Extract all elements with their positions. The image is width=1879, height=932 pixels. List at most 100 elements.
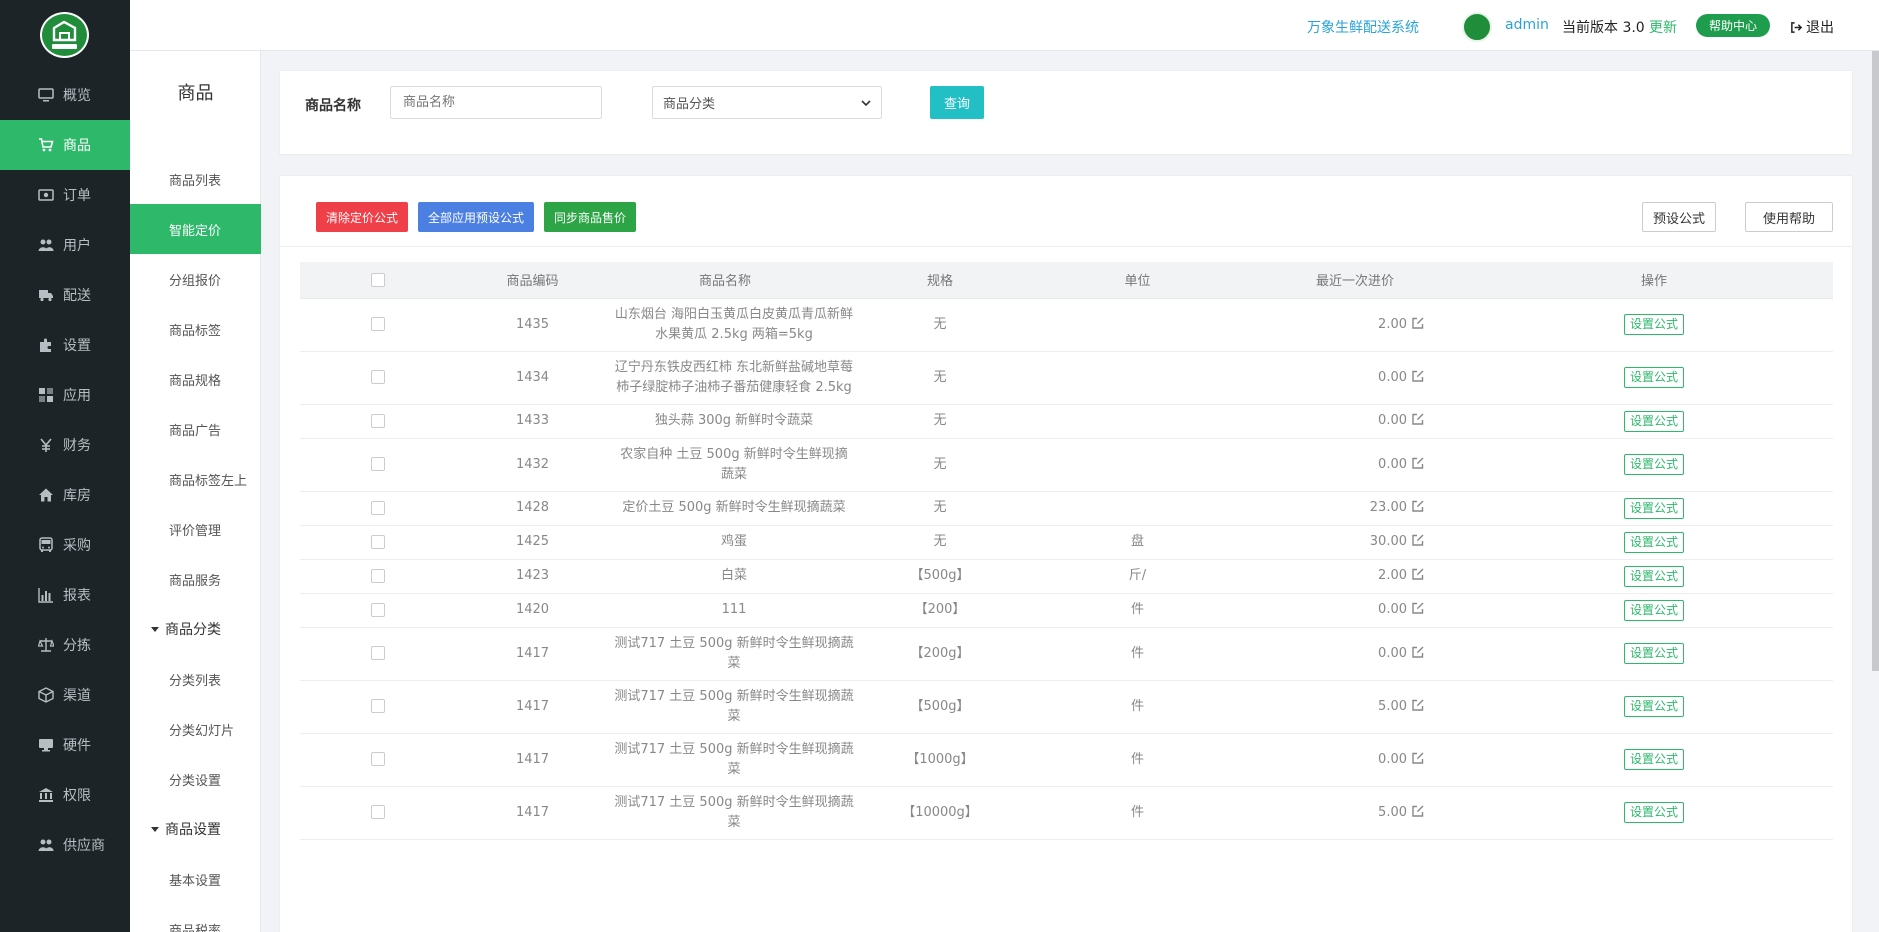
avatar[interactable] bbox=[1462, 12, 1492, 42]
table-row: 1417 测试717 土豆 500g 新鲜时令生鲜现摘蔬菜 【200g】件 0.00 设… bbox=[300, 627, 1833, 681]
sidebar-item-14[interactable]: 权限 bbox=[0, 770, 130, 820]
edit-icon[interactable] bbox=[1411, 533, 1425, 547]
action-cell: 设置公式 bbox=[1475, 404, 1833, 439]
money-icon bbox=[37, 186, 55, 204]
brand-logo[interactable] bbox=[40, 12, 89, 58]
edit-icon[interactable] bbox=[1411, 412, 1425, 426]
sync-price-button[interactable]: 同步商品售价 bbox=[544, 202, 636, 232]
row-checkbox[interactable] bbox=[370, 457, 385, 471]
preset-formula-button[interactable]: 预设公式 bbox=[1642, 202, 1716, 232]
main-nav: 概览 商品 订单 用户 配送设置应用 财务 库房 采购报表分拣 渠道 硬件 权限 供应商 bbox=[0, 70, 130, 870]
set-formula-button[interactable]: 设置公式 bbox=[1623, 599, 1684, 621]
subnav-item[interactable]: 商品列表 bbox=[130, 154, 261, 204]
sidebar-item-label: 报表 bbox=[63, 588, 91, 604]
row-checkbox[interactable] bbox=[370, 752, 385, 766]
unit-cell bbox=[1040, 298, 1235, 352]
set-formula-button[interactable]: 设置公式 bbox=[1623, 531, 1684, 553]
subnav-item[interactable]: 分类设置 bbox=[130, 754, 261, 804]
update-link[interactable]: 更新 bbox=[1649, 17, 1677, 37]
subnav-item-label: 商品列表 bbox=[169, 173, 222, 189]
set-formula-button[interactable]: 设置公式 bbox=[1623, 643, 1684, 664]
row-checkbox[interactable] bbox=[370, 534, 385, 549]
set-formula-button[interactable]: 设置公式 bbox=[1623, 696, 1684, 717]
subnav-item[interactable]: 商品规格 bbox=[130, 354, 261, 404]
subnav-item[interactable]: 商品标签左上 bbox=[130, 454, 261, 504]
edit-icon[interactable] bbox=[1411, 456, 1425, 470]
sidebar-item-9[interactable]: 采购 bbox=[0, 520, 130, 570]
sidebar-item-5[interactable]: 设置 bbox=[0, 320, 130, 370]
set-formula-button[interactable]: 设置公式 bbox=[1623, 565, 1684, 587]
sidebar-item-11[interactable]: 分拣 bbox=[0, 620, 130, 670]
sidebar-item-15[interactable]: 供应商 bbox=[0, 820, 130, 870]
query-button[interactable]: 查询 bbox=[930, 86, 984, 119]
subnav-item[interactable]: 基本设置 bbox=[130, 854, 261, 904]
edit-icon[interactable] bbox=[1411, 601, 1425, 615]
sidebar-item-7[interactable]: 财务 bbox=[0, 420, 130, 470]
set-formula-button[interactable]: 设置公式 bbox=[1623, 749, 1684, 770]
code-cell: 1417 bbox=[455, 627, 610, 681]
logout-button[interactable]: 退出 bbox=[1790, 17, 1834, 37]
system-name-link[interactable]: 万象生鲜配送系统 bbox=[1307, 17, 1419, 37]
subnav-item[interactable]: 分类列表 bbox=[130, 654, 261, 704]
edit-icon[interactable] bbox=[1411, 645, 1425, 659]
clear-formula-button[interactable]: 清除定价公式 bbox=[316, 202, 408, 232]
sidebar-item-4[interactable]: 配送 bbox=[0, 270, 130, 320]
edit-icon[interactable] bbox=[1411, 499, 1425, 513]
sidebar-item-1[interactable]: 商品 bbox=[0, 120, 130, 170]
edit-icon[interactable] bbox=[1411, 804, 1425, 818]
sidebar-item-10[interactable]: 报表 bbox=[0, 570, 130, 620]
row-checkbox[interactable] bbox=[370, 370, 385, 384]
category-select[interactable]: 商品分类 bbox=[652, 86, 882, 119]
edit-icon[interactable] bbox=[1411, 316, 1425, 330]
set-formula-button[interactable]: 设置公式 bbox=[1623, 314, 1684, 335]
row-checkbox[interactable] bbox=[370, 568, 385, 583]
sidebar-item-label: 设置 bbox=[63, 338, 91, 354]
edit-icon[interactable] bbox=[1411, 369, 1425, 383]
row-checkbox[interactable] bbox=[370, 317, 385, 331]
set-formula-button[interactable]: 设置公式 bbox=[1623, 410, 1684, 432]
apply-all-preset-button[interactable]: 全部应用预设公式 bbox=[418, 202, 534, 232]
edit-icon[interactable] bbox=[1411, 567, 1425, 581]
set-formula-button[interactable]: 设置公式 bbox=[1623, 367, 1684, 388]
sidebar-item-12[interactable]: 渠道 bbox=[0, 670, 130, 720]
sidebar-item-0[interactable]: 概览 bbox=[0, 70, 130, 120]
last-purchase-price: 30.00 bbox=[1369, 534, 1407, 549]
select-all-checkbox[interactable] bbox=[370, 272, 385, 287]
subnav-group[interactable]: 商品分类 bbox=[130, 604, 261, 654]
subnav-item[interactable]: 分类幻灯片 bbox=[130, 704, 261, 754]
table-row: 1417 测试717 土豆 500g 新鲜时令生鲜现摘蔬菜 【10000g】件 5.0… bbox=[300, 786, 1833, 840]
row-checkbox[interactable] bbox=[370, 805, 385, 819]
home-icon bbox=[37, 486, 55, 504]
row-checkbox[interactable] bbox=[370, 602, 385, 617]
set-formula-button[interactable]: 设置公式 bbox=[1623, 497, 1684, 519]
sidebar-item-6[interactable]: 应用 bbox=[0, 370, 130, 420]
edit-icon[interactable] bbox=[1411, 751, 1425, 765]
sidebar-item-2[interactable]: 订单 bbox=[0, 170, 130, 220]
users-icon bbox=[37, 836, 55, 854]
bar-chart-icon bbox=[37, 586, 55, 604]
sidebar-item-13[interactable]: 硬件 bbox=[0, 720, 130, 770]
usage-help-button[interactable]: 使用帮助 bbox=[1745, 202, 1833, 232]
row-checkbox[interactable] bbox=[370, 646, 385, 660]
row-checkbox[interactable] bbox=[370, 500, 385, 515]
vertical-scrollbar[interactable] bbox=[1872, 51, 1879, 671]
spec-cell: 【1000g】 bbox=[840, 733, 1040, 787]
help-center-button[interactable]: 帮助中心 bbox=[1696, 14, 1770, 37]
row-checkbox[interactable] bbox=[370, 699, 385, 713]
username-link[interactable]: admin bbox=[1505, 17, 1549, 33]
sidebar-item-8[interactable]: 库房 bbox=[0, 470, 130, 520]
subnav-item[interactable]: 分组报价 bbox=[130, 254, 261, 304]
row-checkbox[interactable] bbox=[370, 413, 385, 428]
set-formula-button[interactable]: 设置公式 bbox=[1623, 802, 1684, 823]
product-name-input[interactable] bbox=[390, 86, 602, 119]
edit-icon[interactable] bbox=[1411, 698, 1425, 712]
subnav-item[interactable]: 商品广告 bbox=[130, 404, 261, 454]
subnav-item[interactable]: 智能定价 bbox=[130, 204, 261, 254]
subnav-item[interactable]: 商品标签 bbox=[130, 304, 261, 354]
subnav-group[interactable]: 商品设置 bbox=[130, 804, 261, 854]
set-formula-button[interactable]: 设置公式 bbox=[1623, 454, 1684, 475]
sidebar-item-3[interactable]: 用户 bbox=[0, 220, 130, 270]
subnav-item[interactable]: 商品服务 bbox=[130, 554, 261, 604]
subnav-item[interactable]: 商品税率 bbox=[130, 904, 261, 932]
subnav-item[interactable]: 评价管理 bbox=[130, 504, 261, 554]
